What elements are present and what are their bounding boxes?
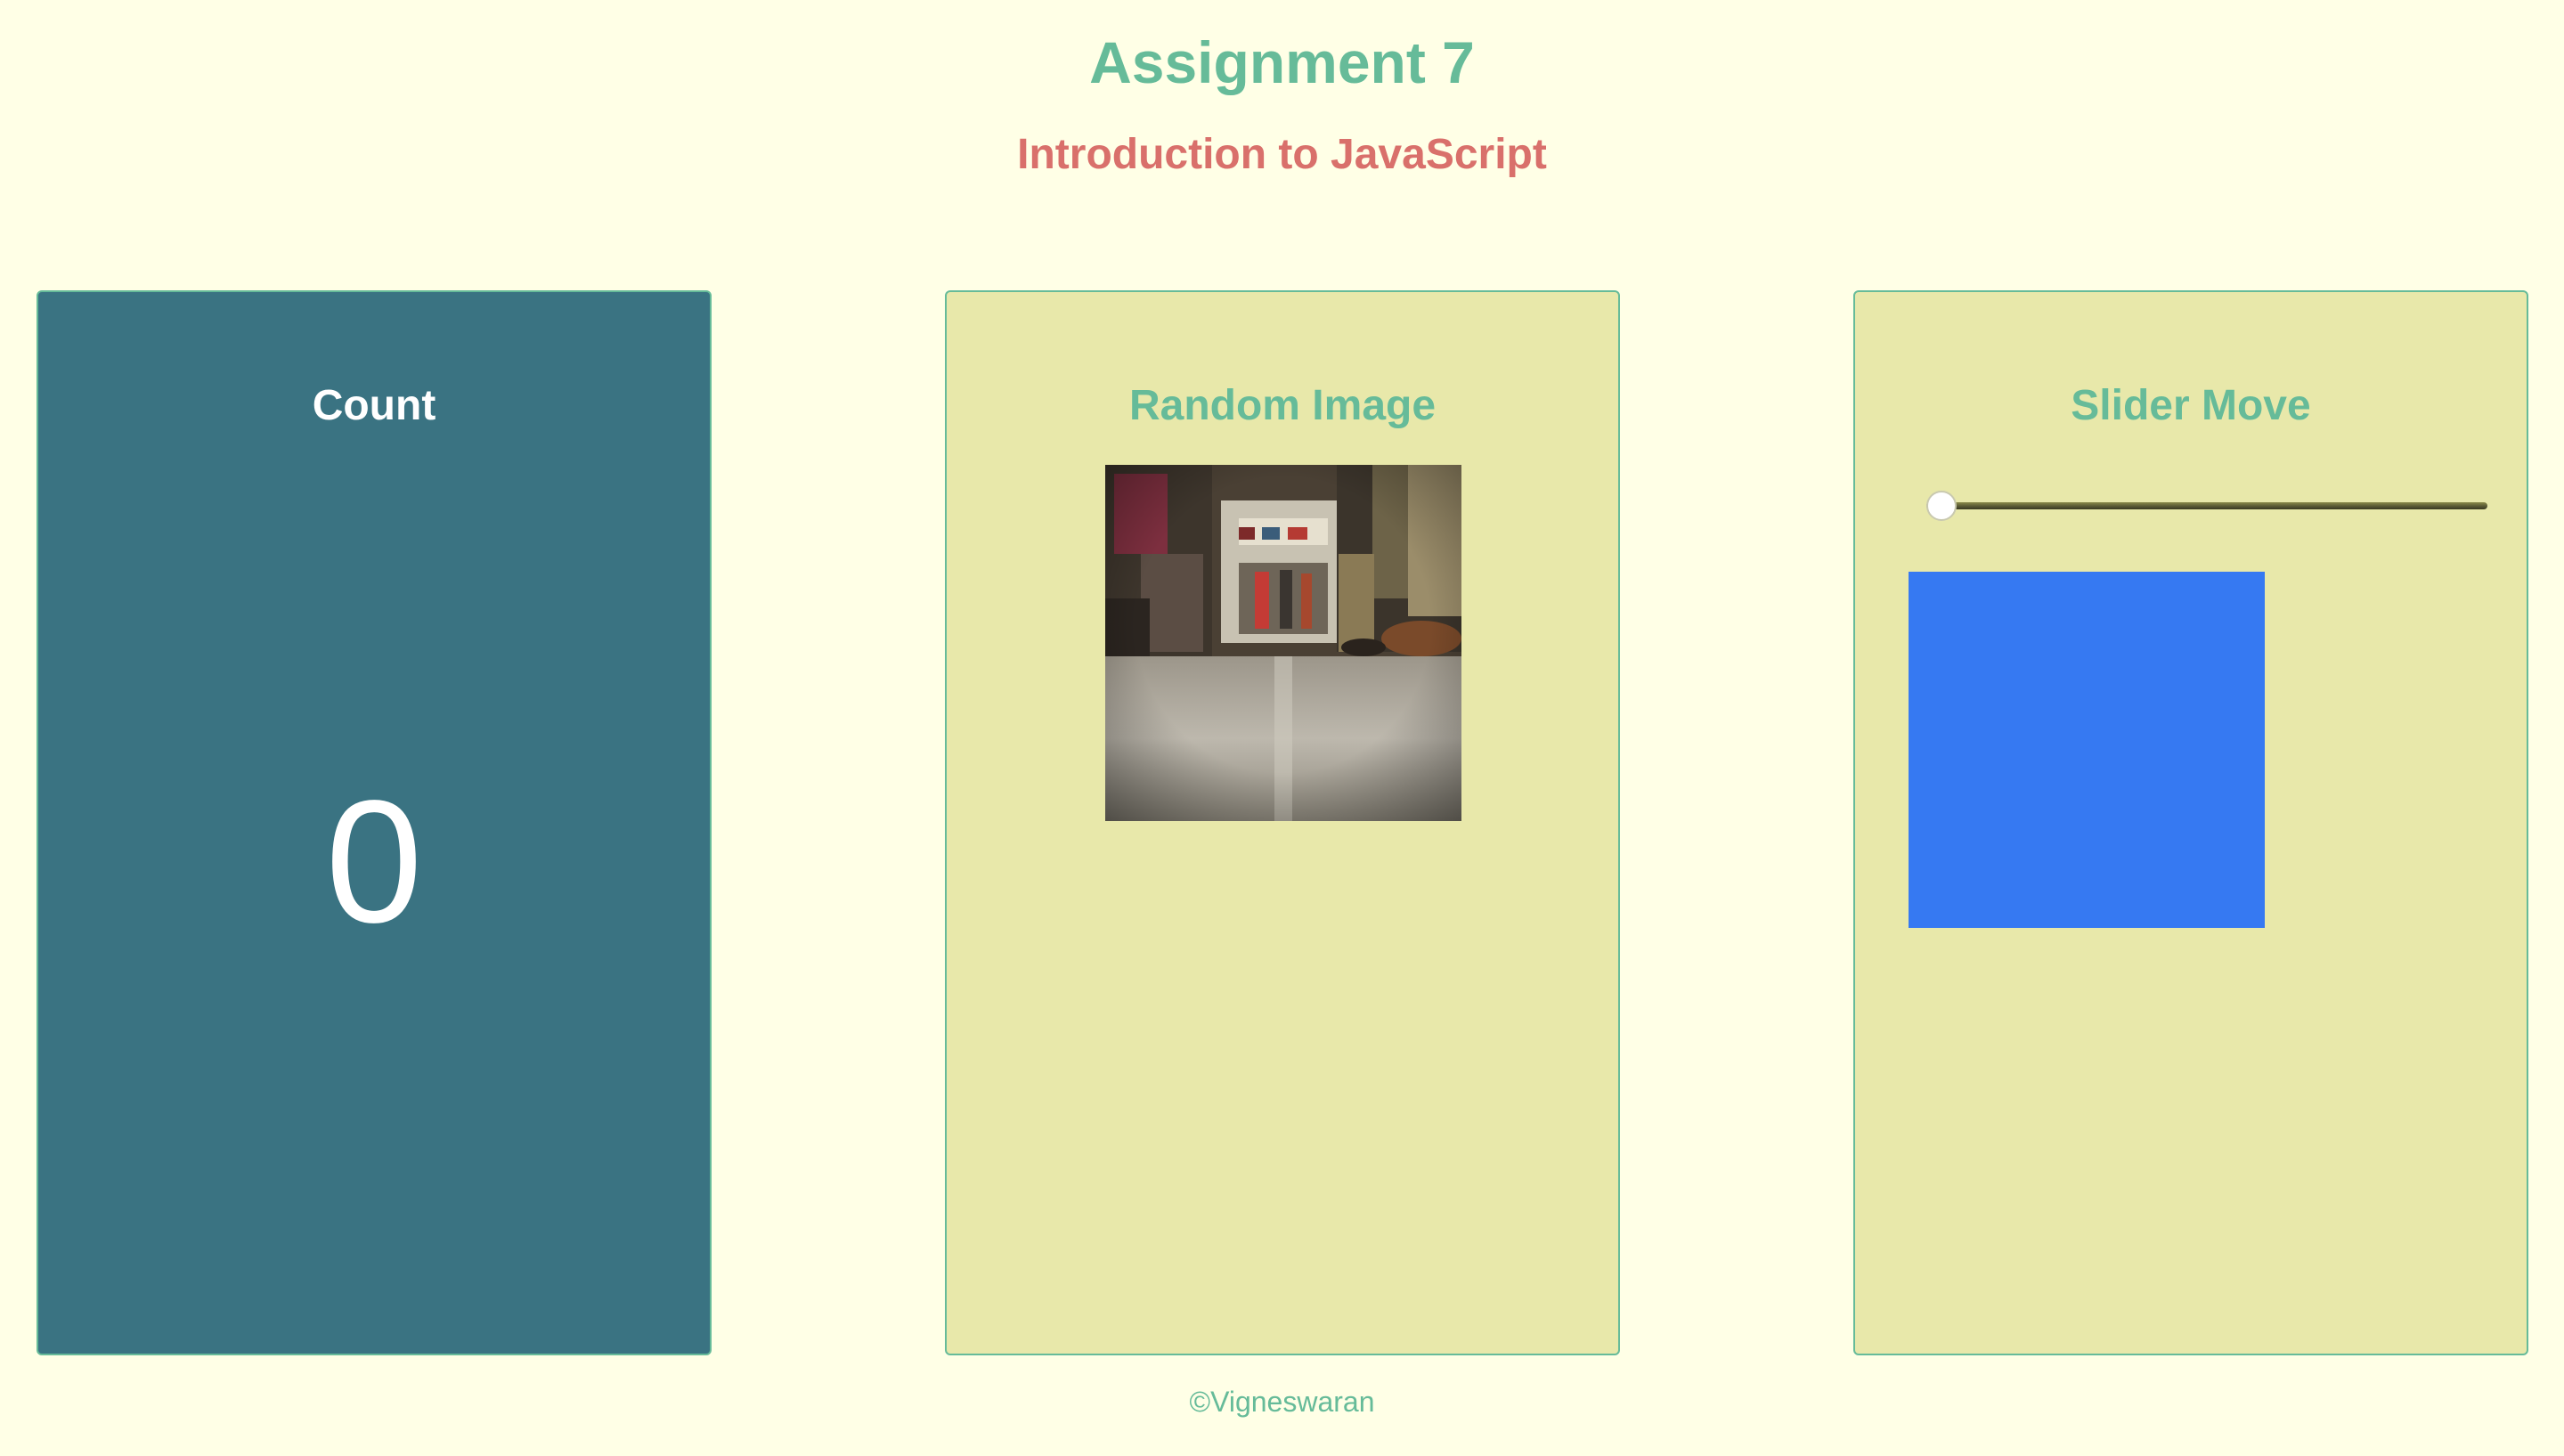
slider-thumb[interactable] bbox=[1926, 491, 1957, 521]
count-value: 0 bbox=[325, 764, 423, 959]
page-title: Assignment 7 bbox=[1089, 29, 1475, 95]
slider-track[interactable] bbox=[1926, 502, 2487, 509]
count-card-title: Count bbox=[312, 382, 436, 429]
slider-move-card: Slider Move bbox=[1853, 290, 2528, 1355]
move-slider[interactable] bbox=[1926, 487, 2487, 523]
random-image-card-title: Random Image bbox=[1128, 382, 1437, 429]
page-subtitle: Introduction to JavaScript bbox=[1017, 131, 1547, 178]
footer-credit: ©Vigneswaran bbox=[1189, 1386, 1375, 1418]
random-image-card: Random Image bbox=[945, 290, 1620, 1355]
random-image[interactable] bbox=[1105, 465, 1461, 821]
random-image-picture bbox=[1105, 465, 1461, 821]
count-card[interactable]: Count 0 bbox=[37, 290, 712, 1355]
slider-move-card-title: Slider Move bbox=[2071, 382, 2311, 429]
moving-box bbox=[1909, 572, 2265, 928]
